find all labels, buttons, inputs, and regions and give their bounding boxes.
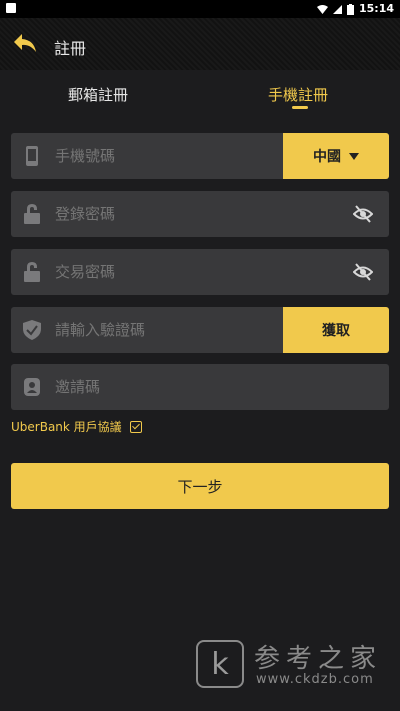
invite-code-field (11, 364, 389, 410)
lock-icon (24, 262, 40, 282)
app-header: 註冊 (0, 18, 400, 70)
register-tabs: 郵箱註冊 手機註冊 (0, 70, 400, 122)
status-time: 15:14 (358, 2, 394, 15)
eye-toggle-icon[interactable] (353, 263, 373, 281)
watermark-text: 参考之家 (254, 644, 383, 674)
watermark: k 参考之家 www.ckdzb.com (196, 636, 396, 696)
login-password-field (11, 191, 389, 237)
login-password-input[interactable] (55, 191, 275, 237)
country-label: 中國 (313, 149, 341, 165)
invite-code-input[interactable] (55, 364, 275, 410)
verify-code-input[interactable] (55, 307, 275, 353)
signal-icon (333, 5, 342, 14)
arrow-back-icon[interactable] (12, 32, 38, 54)
tab-email-register[interactable]: 郵箱註冊 (68, 84, 128, 105)
shield-check-icon (23, 320, 41, 340)
wifi-icon (317, 5, 328, 14)
battery-icon (347, 4, 354, 15)
watermark-url: www.ckdzb.com (256, 672, 374, 687)
country-select[interactable]: 中國 (283, 133, 389, 179)
agreement-link[interactable]: UberBank 用戶協議 (11, 418, 122, 435)
notification-icon (6, 3, 16, 13)
user-badge-icon (24, 378, 40, 396)
watermark-logo: k (196, 640, 244, 688)
lock-icon (24, 204, 40, 224)
verify-code-field: 獲取 (11, 307, 389, 353)
eye-toggle-icon[interactable] (353, 205, 373, 223)
active-tab-indicator (292, 106, 308, 109)
status-bar: 15:14 (0, 0, 400, 18)
page-title: 註冊 (54, 39, 87, 58)
phone-icon (26, 146, 38, 166)
trade-password-input[interactable] (55, 249, 275, 295)
phone-input[interactable] (55, 133, 275, 179)
dropdown-arrow-icon (349, 152, 359, 160)
trade-password-field (11, 249, 389, 295)
tab-phone-register[interactable]: 手機註冊 (268, 84, 328, 105)
phone-field: 中國 (11, 133, 389, 179)
status-icons (317, 4, 354, 15)
agreement-checkbox[interactable] (129, 420, 142, 433)
get-code-button[interactable]: 獲取 (283, 307, 389, 353)
next-step-button[interactable]: 下一步 (11, 463, 389, 509)
agreement-row: UberBank 用戶協議 (11, 418, 142, 435)
